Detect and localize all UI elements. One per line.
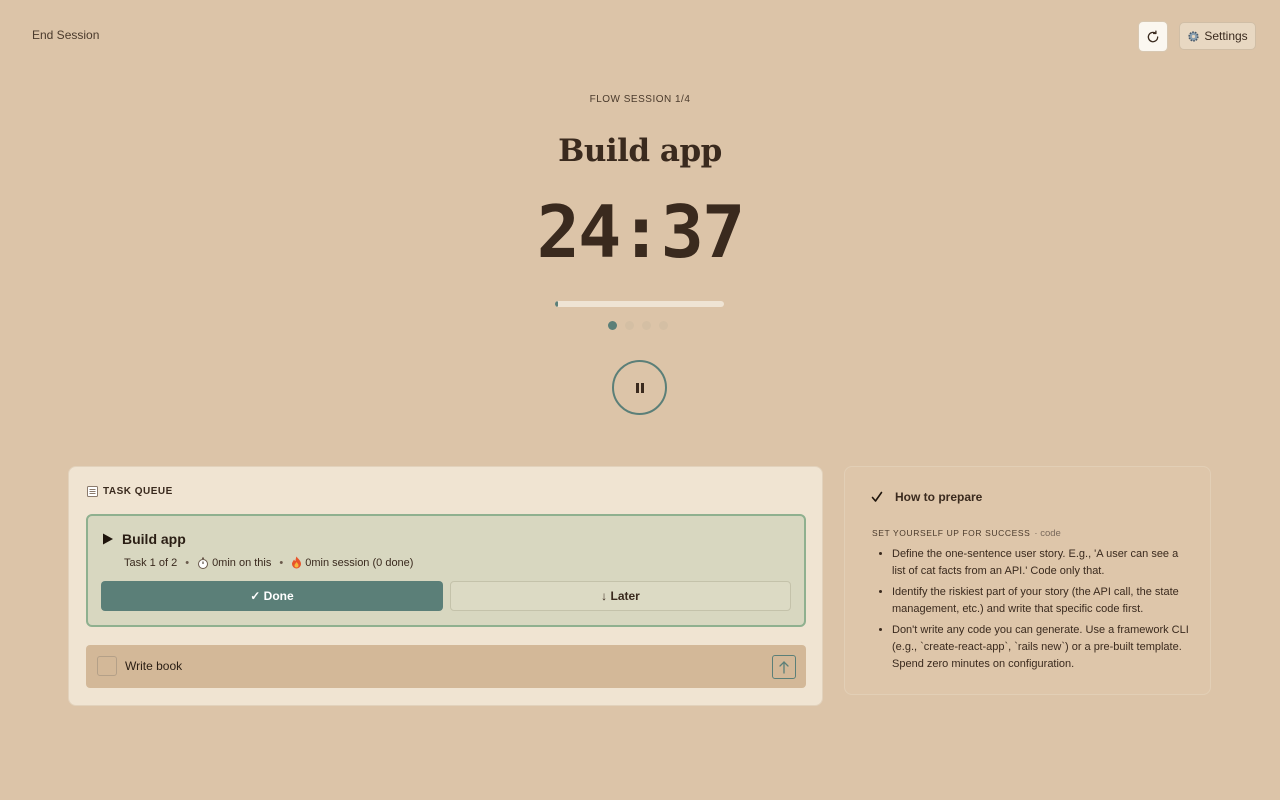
time-on-task: 0min on this <box>197 557 271 569</box>
task-position: Task 1 of 2 <box>124 556 178 569</box>
active-task-title-row: Build app <box>102 531 186 547</box>
task-queue-header: TASK QUEUE <box>87 486 173 497</box>
session-dot <box>642 321 651 330</box>
active-task-meta: Task 1 of 2 • 0min on this • 0min sessio… <box>124 556 413 569</box>
task-queue-panel: TASK QUEUE Build app Task 1 of 2 • 0min … <box>68 466 823 706</box>
queue-item-label: Write book <box>125 659 183 673</box>
prep-header[interactable]: How to prepare <box>871 490 982 504</box>
later-button[interactable]: ↓ Later <box>450 581 791 611</box>
queue-item-checkbox[interactable] <box>97 656 117 676</box>
prep-title: How to prepare <box>895 490 983 504</box>
active-task-title: Build app <box>122 531 186 547</box>
refresh-icon <box>1147 30 1159 42</box>
session-progress-fill <box>555 301 558 307</box>
meta-separator: • <box>279 556 284 569</box>
fire-icon <box>292 556 302 569</box>
end-session-button[interactable]: End Session <box>32 28 99 42</box>
stopwatch-icon <box>198 557 209 569</box>
time-on-task-text: 0min on this <box>212 556 272 569</box>
pause-button[interactable] <box>612 360 667 415</box>
queue-item: Write book <box>86 645 806 688</box>
gear-icon <box>1188 30 1199 42</box>
countdown-timer: 24:37 <box>536 190 746 274</box>
done-button[interactable]: ✓ Done <box>101 581 443 611</box>
session-label: FLOW SESSION 1/4 <box>589 94 691 105</box>
arrow-up-icon <box>779 661 789 674</box>
session-dot <box>608 321 617 330</box>
prep-subtitle: SET YOURSELF UP FOR SUCCESS · code <box>872 528 1061 539</box>
session-dot <box>659 321 668 330</box>
session-dots <box>608 321 668 330</box>
session-time: 0min session (0 done) <box>291 556 413 569</box>
checklist-icon <box>87 486 98 497</box>
prep-tip: Define the one-sentence user story. E.g.… <box>892 546 1192 580</box>
session-time-text: 0min session (0 done) <box>305 556 414 569</box>
session-progress-bar <box>555 301 724 307</box>
preparation-panel: How to prepare SET YOURSELF UP FOR SUCCE… <box>844 466 1211 695</box>
session-dot <box>625 321 634 330</box>
refresh-button[interactable] <box>1138 21 1168 52</box>
settings-button[interactable]: Settings <box>1179 22 1256 50</box>
prep-tip: Don't write any code you can generate. U… <box>892 622 1192 673</box>
active-task-card: Build app Task 1 of 2 • 0min on this • 0… <box>86 514 806 627</box>
meta-separator: • <box>185 556 190 569</box>
prep-tips-list: Define the one-sentence user story. E.g.… <box>892 546 1192 677</box>
check-icon <box>871 491 883 502</box>
prep-subtitle-text: SET YOURSELF UP FOR SUCCESS <box>872 528 1031 538</box>
settings-label: Settings <box>1204 29 1248 43</box>
play-icon <box>103 533 113 545</box>
move-up-button[interactable] <box>772 655 796 679</box>
task-queue-title: TASK QUEUE <box>103 486 173 497</box>
prep-category-tag: · code <box>1034 528 1061 539</box>
prep-tip: Identify the riskiest part of your story… <box>892 584 1192 618</box>
pause-icon <box>635 382 644 393</box>
current-task-title: Build app <box>558 133 722 169</box>
